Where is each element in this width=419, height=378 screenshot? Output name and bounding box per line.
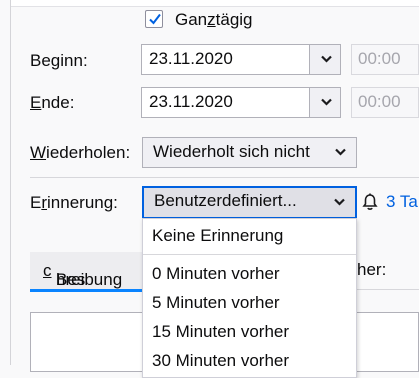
checkmark-icon [149, 13, 161, 25]
menu-item-no-reminder[interactable]: Keine Erinnerung [152, 225, 283, 247]
reminder-dropdown-menu: Keine Erinnerung 0 Minuten vorher 5 Minu… [142, 218, 357, 378]
end-date-input[interactable]: 23.11.2020 [141, 87, 310, 118]
start-time-input[interactable]: 00:00 [351, 44, 419, 75]
allday-checkbox[interactable] [145, 10, 163, 28]
end-time-input[interactable]: 00:00 [351, 87, 419, 118]
start-date-input[interactable]: 23.11.2020 [141, 44, 310, 75]
chevron-down-icon [335, 148, 346, 156]
repeat-select[interactable]: Wiederholt sich nicht [142, 137, 357, 168]
start-date-dropdown-button[interactable] [309, 44, 341, 75]
reminder-count-link[interactable]: 3 Ta [386, 192, 418, 212]
top-strip [11, 0, 419, 7]
end-label: Ende: [30, 93, 75, 112]
menu-item-30-minutes[interactable]: 30 Minuten vorher [152, 350, 289, 372]
bell-icon [362, 193, 378, 216]
chevron-down-icon [321, 55, 332, 63]
chevron-down-icon [334, 198, 345, 206]
repeat-label: Wiederholen: [30, 143, 131, 162]
tab-description[interactable]: Bes c hreibung [30, 252, 143, 292]
tab-attachments-label[interactable]: her: [357, 260, 386, 280]
menu-item-0-minutes[interactable]: 0 Minuten vorher [152, 263, 280, 285]
reminder-select[interactable]: Benutzerdefiniert... [142, 186, 357, 219]
end-date-dropdown-button[interactable] [309, 87, 341, 118]
window-edge [10, 0, 11, 365]
separator [30, 177, 419, 178]
chevron-down-icon [321, 98, 332, 106]
start-label: Beginn: [30, 51, 88, 70]
menu-item-15-minutes[interactable]: 15 Minuten vorher [152, 321, 289, 343]
menu-item-5-minutes[interactable]: 5 Minuten vorher [152, 292, 280, 314]
allday-label[interactable]: Ganztägig [175, 10, 253, 30]
menu-separator [143, 254, 356, 255]
reminder-label: Erinnerung: [30, 193, 118, 212]
